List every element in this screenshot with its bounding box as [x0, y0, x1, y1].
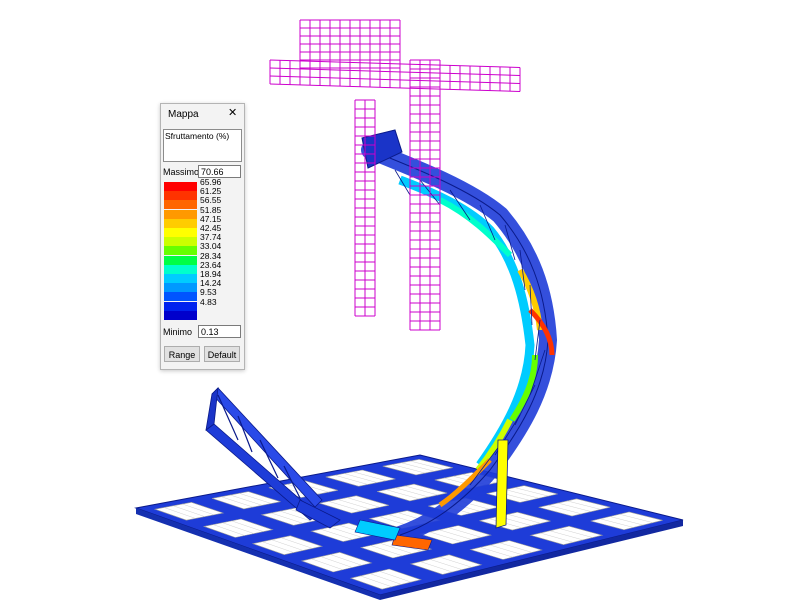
scaffold-mesh	[269, 19, 521, 331]
mesh-line	[269, 59, 521, 68]
legend-swatch	[164, 292, 197, 302]
legend-swatch	[164, 301, 197, 311]
legend-swatch	[164, 209, 197, 219]
legend-swatch	[164, 191, 197, 201]
mesh-line	[269, 75, 521, 84]
min-value-field[interactable]: 0.13	[198, 325, 241, 338]
quantity-label: Sfruttamento (%)	[165, 131, 230, 141]
legend-swatch	[164, 228, 197, 237]
legend-swatch	[164, 274, 197, 283]
max-label: Massimo	[163, 167, 200, 177]
close-icon[interactable]: ✕	[228, 108, 237, 119]
mappa-panel[interactable]: Mappa ✕ Sfruttamento (%) Massimo 70.66 6…	[160, 103, 245, 370]
legend-swatch	[164, 255, 197, 265]
legend-swatch	[164, 218, 197, 228]
min-label: Minimo	[163, 327, 193, 337]
range-button[interactable]: Range	[164, 346, 200, 362]
legend-swatch	[164, 237, 197, 247]
legend-swatch	[164, 246, 197, 256]
legend-swatch	[164, 310, 197, 320]
color-legend: 65.96 61.25 56.55 51.85 47.15 42.45 37.74 33.04…	[164, 178, 239, 422]
default-button[interactable]: Default	[204, 346, 240, 362]
legend-swatch	[164, 182, 197, 191]
mesh-line	[269, 83, 521, 92]
model-3d-viewport[interactable]	[0, 0, 800, 600]
legend-swatch	[164, 264, 197, 274]
mesh-line	[269, 67, 521, 76]
quantity-display: Sfruttamento (%)	[163, 129, 242, 162]
legend-value: 4.83	[200, 296, 217, 307]
panel-title: Mappa	[168, 109, 199, 120]
legend-swatch	[164, 283, 197, 293]
legend-swatch	[164, 200, 197, 210]
